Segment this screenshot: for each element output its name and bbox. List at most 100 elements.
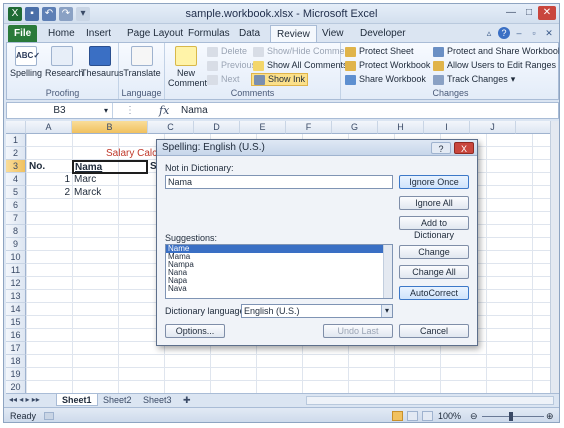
- row-header[interactable]: 6: [6, 199, 26, 212]
- next-comment-button[interactable]: Next: [207, 73, 240, 86]
- tab-file[interactable]: File: [8, 25, 38, 42]
- column-header[interactable]: B: [72, 121, 148, 134]
- tab-view[interactable]: View: [316, 25, 350, 42]
- add-to-dictionary-button[interactable]: Add to Dictionary: [399, 216, 469, 240]
- insert-sheet-icon[interactable]: ✚: [178, 394, 196, 406]
- chevron-down-icon[interactable]: ▾: [381, 305, 392, 317]
- protect-workbook-button[interactable]: Protect Workbook: [345, 59, 430, 72]
- list-item[interactable]: Nana: [166, 269, 392, 277]
- row-header[interactable]: 7: [6, 212, 26, 225]
- page-break-view-icon[interactable]: [422, 411, 433, 421]
- row-header[interactable]: 15: [6, 316, 26, 329]
- select-all-corner[interactable]: [6, 121, 26, 134]
- row-header[interactable]: 17: [6, 342, 26, 355]
- insert-function-icon[interactable]: fx: [159, 103, 169, 118]
- row-header[interactable]: 2: [6, 147, 26, 160]
- row-header[interactable]: 9: [6, 238, 26, 251]
- show-ink-button[interactable]: Show Ink: [251, 73, 309, 86]
- cell-a5[interactable]: 2: [26, 186, 70, 199]
- zoom-slider[interactable]: [482, 416, 544, 417]
- sheet-tab-sheet3[interactable]: Sheet3: [138, 394, 177, 406]
- column-header[interactable]: D: [194, 121, 240, 134]
- sheet-tab-sheet2[interactable]: Sheet2: [98, 394, 137, 406]
- tab-developer[interactable]: Developer: [354, 25, 412, 42]
- tab-review[interactable]: Review: [270, 25, 317, 42]
- show-hide-comment-button[interactable]: Show/Hide Comment: [253, 45, 352, 58]
- protect-share-workbook-button[interactable]: Protect and Share Workbook: [433, 45, 559, 58]
- row-header[interactable]: 20: [6, 381, 26, 393]
- track-changes-button[interactable]: Track Changes ▾: [433, 73, 515, 86]
- sheet-nav-arrows-icon[interactable]: ◂◂ ◂ ▸ ▸▸: [9, 394, 40, 406]
- row-header[interactable]: 14: [6, 303, 26, 316]
- tab-page-layout[interactable]: Page Layout: [121, 25, 189, 42]
- tab-insert[interactable]: Insert: [80, 25, 117, 42]
- undo-last-button[interactable]: Undo Last: [323, 324, 393, 338]
- close-icon[interactable]: ✕: [538, 6, 556, 20]
- column-header[interactable]: G: [332, 121, 378, 134]
- workbook-restore-icon[interactable]: ▫: [528, 27, 540, 39]
- row-header[interactable]: 5: [6, 186, 26, 199]
- collapse-ribbon-icon[interactable]: ▵: [483, 27, 495, 39]
- tab-data[interactable]: Data: [233, 25, 266, 42]
- delete-comment-button[interactable]: Delete: [207, 45, 247, 58]
- share-workbook-button[interactable]: Share Workbook: [345, 73, 426, 86]
- normal-view-icon[interactable]: [392, 411, 403, 421]
- sheet-tab-sheet1[interactable]: Sheet1: [56, 394, 98, 406]
- row-header[interactable]: 1: [6, 134, 26, 147]
- workbook-close-icon[interactable]: ✕: [543, 27, 555, 39]
- name-box[interactable]: B3 ▾: [7, 103, 113, 118]
- minimize-icon[interactable]: —: [502, 6, 520, 20]
- tab-formulas[interactable]: Formulas: [182, 25, 236, 42]
- help-icon[interactable]: ?: [431, 142, 451, 154]
- column-header[interactable]: E: [240, 121, 286, 134]
- previous-comment-button[interactable]: Previous: [207, 59, 256, 72]
- options-button[interactable]: Options...: [165, 324, 225, 338]
- column-header[interactable]: C: [148, 121, 194, 134]
- research-button[interactable]: Research: [45, 46, 84, 78]
- column-header[interactable]: J: [470, 121, 516, 134]
- horizontal-scrollbar[interactable]: [306, 396, 554, 405]
- workbook-minimize-icon[interactable]: –: [513, 27, 525, 39]
- suggestions-list[interactable]: Name Mama Nampa Nana Napa Nava: [165, 244, 393, 299]
- ignore-all-button[interactable]: Ignore All: [399, 196, 469, 210]
- row-header[interactable]: 13: [6, 290, 26, 303]
- list-item[interactable]: Name: [166, 245, 392, 253]
- column-header[interactable]: F: [286, 121, 332, 134]
- cell-a4[interactable]: 1: [26, 173, 70, 186]
- row-header[interactable]: 3: [6, 160, 26, 173]
- cell-c2[interactable]: Salary Calcu: [106, 147, 158, 160]
- row-header[interactable]: 19: [6, 368, 26, 381]
- macro-record-icon[interactable]: [44, 412, 54, 420]
- ignore-once-button[interactable]: Ignore Once: [399, 175, 469, 189]
- cell-b4[interactable]: Marc: [74, 173, 146, 186]
- translate-button[interactable]: Translate: [123, 46, 161, 78]
- thesaurus-button[interactable]: Thesaurus: [81, 46, 124, 78]
- maximize-icon[interactable]: □: [520, 6, 538, 20]
- list-item[interactable]: Mama: [166, 253, 392, 261]
- formula-input[interactable]: Nama: [181, 103, 208, 118]
- page-layout-view-icon[interactable]: [407, 411, 418, 421]
- column-header[interactable]: A: [26, 121, 72, 134]
- allow-users-edit-ranges-button[interactable]: Allow Users to Edit Ranges: [433, 59, 556, 72]
- spelling-button[interactable]: ABC✓ Spelling: [10, 46, 42, 78]
- zoom-slider-thumb[interactable]: [509, 412, 513, 421]
- tab-home[interactable]: Home: [42, 25, 81, 42]
- help-icon[interactable]: ?: [498, 27, 510, 39]
- cell-b5[interactable]: Marck: [74, 186, 146, 199]
- row-header[interactable]: 10: [6, 251, 26, 264]
- row-header[interactable]: 12: [6, 277, 26, 290]
- row-header[interactable]: 16: [6, 329, 26, 342]
- change-button[interactable]: Change: [399, 245, 469, 259]
- close-icon[interactable]: X: [454, 142, 474, 154]
- show-all-comments-button[interactable]: Show All Comments: [253, 59, 348, 72]
- change-all-button[interactable]: Change All: [399, 265, 469, 279]
- new-comment-button[interactable]: New Comment: [168, 46, 207, 88]
- suggestions-scrollbar[interactable]: [383, 245, 392, 298]
- dictionary-language-select[interactable]: English (U.S.) ▾: [241, 304, 393, 318]
- chevron-down-icon[interactable]: ▾: [104, 103, 108, 118]
- row-header[interactable]: 11: [6, 264, 26, 277]
- row-header[interactable]: 18: [6, 355, 26, 368]
- zoom-out-icon[interactable]: ⊖: [470, 408, 478, 422]
- zoom-in-icon[interactable]: ⊕: [546, 408, 554, 422]
- vertical-scrollbar[interactable]: [550, 121, 559, 393]
